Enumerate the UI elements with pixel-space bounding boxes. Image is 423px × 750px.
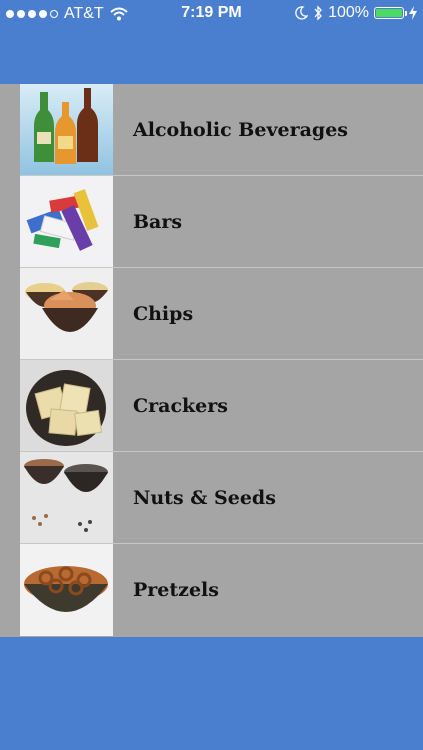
- battery-percent: 100%: [328, 4, 369, 21]
- category-row-pretzels[interactable]: Pretzels: [0, 544, 423, 636]
- nuts-seeds-bowls-image: [20, 452, 113, 544]
- category-label: Crackers: [133, 395, 228, 417]
- category-label: Bars: [133, 211, 183, 233]
- category-row-chips[interactable]: Chips: [0, 268, 423, 360]
- category-row-crackers[interactable]: Crackers: [0, 360, 423, 452]
- charging-icon: [409, 6, 417, 20]
- battery-icon: [374, 7, 407, 19]
- beer-bottles-image: [20, 84, 113, 176]
- category-label: Nuts & Seeds: [133, 487, 276, 509]
- chips-bowl-image: [20, 268, 113, 360]
- snack-bars-image: [20, 176, 113, 268]
- status-bar: AT&T 7:19 PM 100%: [0, 0, 423, 28]
- moon-icon: [295, 6, 309, 20]
- category-row-alcoholic-beverages[interactable]: Alcoholic Beverages: [0, 84, 423, 176]
- pretzels-bowl-image: [20, 544, 113, 636]
- category-label: Pretzels: [133, 579, 219, 601]
- category-label: Chips: [133, 303, 194, 325]
- category-list: Alcoholic Beverages Bars Chips Crackers …: [0, 84, 423, 637]
- crackers-bowl-image: [20, 360, 113, 452]
- category-row-nuts-seeds[interactable]: Nuts & Seeds: [0, 452, 423, 544]
- category-label: Alcoholic Beverages: [133, 119, 348, 141]
- status-right: 100%: [294, 4, 417, 22]
- bluetooth-icon: [314, 5, 322, 21]
- category-row-bars[interactable]: Bars: [0, 176, 423, 268]
